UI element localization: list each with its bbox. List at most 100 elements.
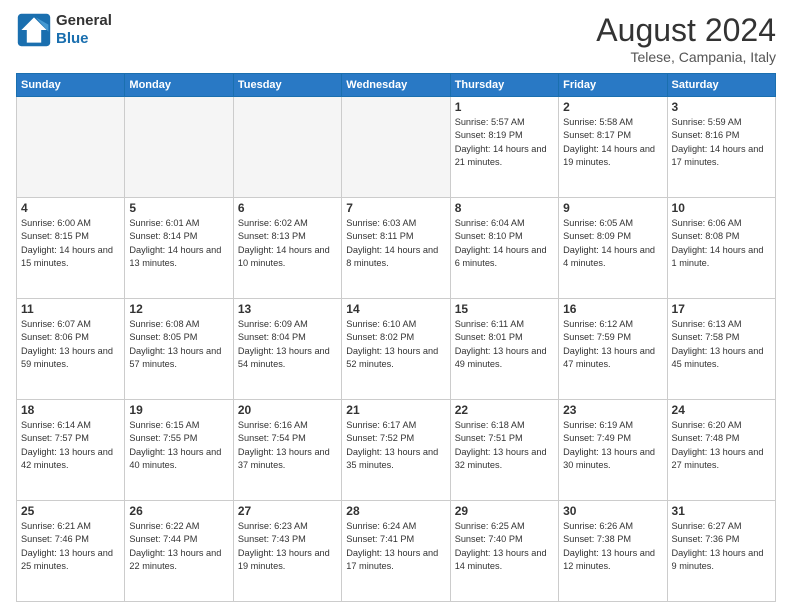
day-of-week-header: Thursday [450, 74, 558, 97]
calendar-week-row: 18 Sunrise: 6:14 AMSunset: 7:57 PMDayligh… [17, 400, 776, 501]
day-info: Sunrise: 6:25 AMSunset: 7:40 PMDaylight:… [455, 520, 554, 573]
day-number: 22 [455, 403, 554, 417]
day-info: Sunrise: 6:20 AMSunset: 7:48 PMDaylight:… [672, 419, 771, 472]
day-info: Sunrise: 6:11 AMSunset: 8:01 PMDaylight:… [455, 318, 554, 371]
day-info: Sunrise: 6:12 AMSunset: 7:59 PMDaylight:… [563, 318, 662, 371]
day-number: 11 [21, 302, 120, 316]
day-of-week-header: Monday [125, 74, 233, 97]
calendar-day-cell: 25 Sunrise: 6:21 AMSunset: 7:46 PMDayligh… [17, 501, 125, 602]
calendar-day-cell: 11Sunrise: 6:07 AMSunset: 8:06 PMDayligh… [17, 299, 125, 400]
calendar-day-cell: 16Sunrise: 6:12 AMSunset: 7:59 PMDayligh… [559, 299, 667, 400]
calendar-day-cell: 24 Sunrise: 6:20 AMSunset: 7:48 PMDayligh… [667, 400, 775, 501]
day-number: 18 [21, 403, 120, 417]
day-number: 25 [21, 504, 120, 518]
page: General Blue August 2024 Telese, Campani… [0, 0, 792, 612]
day-number: 14 [346, 302, 445, 316]
calendar-day-cell: 18 Sunrise: 6:14 AMSunset: 7:57 PMDayligh… [17, 400, 125, 501]
day-info: Sunrise: 6:14 AMSunset: 7:57 PMDaylight:… [21, 419, 120, 472]
calendar-day-cell: 27Sunrise: 6:23 AMSunset: 7:43 PMDayligh… [233, 501, 341, 602]
day-number: 29 [455, 504, 554, 518]
day-info: Sunrise: 6:03 AMSunset: 8:11 PMDaylight:… [346, 217, 445, 270]
calendar-body: 1Sunrise: 5:57 AMSunset: 8:19 PMDaylight… [17, 97, 776, 602]
calendar-day-cell: 2 Sunrise: 5:58 AMSunset: 8:17 PMDaylight… [559, 97, 667, 198]
day-number: 30 [563, 504, 662, 518]
day-number: 26 [129, 504, 228, 518]
calendar-table: SundayMondayTuesdayWednesdayThursdayFrid… [16, 73, 776, 602]
day-of-week-header: Friday [559, 74, 667, 97]
calendar-day-cell: 4Sunrise: 6:00 AMSunset: 8:15 PMDaylight… [17, 198, 125, 299]
day-info: Sunrise: 6:02 AMSunset: 8:13 PMDaylight:… [238, 217, 337, 270]
day-number: 9 [563, 201, 662, 215]
calendar-day-cell: 21Sunrise: 6:17 AMSunset: 7:52 PMDayligh… [342, 400, 450, 501]
day-number: 23 [563, 403, 662, 417]
calendar-day-cell: 14 Sunrise: 6:10 AMSunset: 8:02 PMDayligh… [342, 299, 450, 400]
day-info: Sunrise: 6:13 AMSunset: 7:58 PMDaylight:… [672, 318, 771, 371]
day-number: 8 [455, 201, 554, 215]
calendar-day-cell: 9 Sunrise: 6:05 AMSunset: 8:09 PMDaylight… [559, 198, 667, 299]
logo: General Blue [16, 12, 112, 48]
calendar-day-cell: 28 Sunrise: 6:24 AMSunset: 7:41 PMDayligh… [342, 501, 450, 602]
calendar-day-cell: 20 Sunrise: 6:16 AMSunset: 7:54 PMDayligh… [233, 400, 341, 501]
day-number: 12 [129, 302, 228, 316]
day-info: Sunrise: 6:05 AMSunset: 8:09 PMDaylight:… [563, 217, 662, 270]
day-number: 5 [129, 201, 228, 215]
day-number: 31 [672, 504, 771, 518]
month-title: August 2024 [596, 12, 776, 49]
calendar-day-cell: 17 Sunrise: 6:13 AMSunset: 7:58 PMDayligh… [667, 299, 775, 400]
calendar-day-cell [233, 97, 341, 198]
calendar-day-cell: 10Sunrise: 6:06 AMSunset: 8:08 PMDayligh… [667, 198, 775, 299]
day-number: 19 [129, 403, 228, 417]
day-of-week-header: Saturday [667, 74, 775, 97]
day-info: Sunrise: 6:04 AMSunset: 8:10 PMDaylight:… [455, 217, 554, 270]
calendar-week-row: 11Sunrise: 6:07 AMSunset: 8:06 PMDayligh… [17, 299, 776, 400]
day-number: 3 [672, 100, 771, 114]
title-block: August 2024 Telese, Campania, Italy [596, 12, 776, 65]
calendar-day-cell: 7 Sunrise: 6:03 AMSunset: 8:11 PMDaylight… [342, 198, 450, 299]
day-info: Sunrise: 6:18 AMSunset: 7:51 PMDaylight:… [455, 419, 554, 472]
calendar-day-cell: 13Sunrise: 6:09 AMSunset: 8:04 PMDayligh… [233, 299, 341, 400]
day-of-week-header: Sunday [17, 74, 125, 97]
calendar-header: SundayMondayTuesdayWednesdayThursdayFrid… [17, 74, 776, 97]
logo-text: General Blue [56, 12, 112, 48]
calendar-day-cell [17, 97, 125, 198]
day-info: Sunrise: 6:21 AMSunset: 7:46 PMDaylight:… [21, 520, 120, 573]
calendar-day-cell: 6 Sunrise: 6:02 AMSunset: 8:13 PMDaylight… [233, 198, 341, 299]
day-info: Sunrise: 6:01 AMSunset: 8:14 PMDaylight:… [129, 217, 228, 270]
calendar-day-cell: 31Sunrise: 6:27 AMSunset: 7:36 PMDayligh… [667, 501, 775, 602]
day-number: 28 [346, 504, 445, 518]
day-number: 20 [238, 403, 337, 417]
day-info: Sunrise: 5:58 AMSunset: 8:17 PMDaylight:… [563, 116, 662, 169]
day-info: Sunrise: 6:15 AMSunset: 7:55 PMDaylight:… [129, 419, 228, 472]
calendar-day-cell: 5 Sunrise: 6:01 AMSunset: 8:14 PMDaylight… [125, 198, 233, 299]
calendar-day-cell: 23 Sunrise: 6:19 AMSunset: 7:49 PMDayligh… [559, 400, 667, 501]
calendar-day-cell [125, 97, 233, 198]
day-info: Sunrise: 5:59 AMSunset: 8:16 PMDaylight:… [672, 116, 771, 169]
day-info: Sunrise: 6:22 AMSunset: 7:44 PMDaylight:… [129, 520, 228, 573]
day-info: Sunrise: 6:00 AMSunset: 8:15 PMDaylight:… [21, 217, 120, 270]
day-info: Sunrise: 6:24 AMSunset: 7:41 PMDaylight:… [346, 520, 445, 573]
day-number: 24 [672, 403, 771, 417]
day-info: Sunrise: 5:57 AMSunset: 8:19 PMDaylight:… [455, 116, 554, 169]
location: Telese, Campania, Italy [596, 49, 776, 65]
header: General Blue August 2024 Telese, Campani… [16, 12, 776, 65]
calendar-day-cell [342, 97, 450, 198]
day-number: 21 [346, 403, 445, 417]
calendar-day-cell: 3 Sunrise: 5:59 AMSunset: 8:16 PMDaylight… [667, 97, 775, 198]
calendar-day-cell: 12 Sunrise: 6:08 AMSunset: 8:05 PMDayligh… [125, 299, 233, 400]
day-of-week-header: Tuesday [233, 74, 341, 97]
day-info: Sunrise: 6:19 AMSunset: 7:49 PMDaylight:… [563, 419, 662, 472]
day-number: 15 [455, 302, 554, 316]
day-number: 2 [563, 100, 662, 114]
calendar-day-cell: 15 Sunrise: 6:11 AMSunset: 8:01 PMDayligh… [450, 299, 558, 400]
calendar-day-cell: 19 Sunrise: 6:15 AMSunset: 7:55 PMDayligh… [125, 400, 233, 501]
day-info: Sunrise: 6:16 AMSunset: 7:54 PMDaylight:… [238, 419, 337, 472]
calendar-week-row: 25 Sunrise: 6:21 AMSunset: 7:46 PMDayligh… [17, 501, 776, 602]
calendar-day-cell: 22 Sunrise: 6:18 AMSunset: 7:51 PMDayligh… [450, 400, 558, 501]
day-number: 6 [238, 201, 337, 215]
day-number: 27 [238, 504, 337, 518]
day-number: 7 [346, 201, 445, 215]
day-info: Sunrise: 6:08 AMSunset: 8:05 PMDaylight:… [129, 318, 228, 371]
day-number: 17 [672, 302, 771, 316]
day-info: Sunrise: 6:10 AMSunset: 8:02 PMDaylight:… [346, 318, 445, 371]
calendar-day-cell: 29 Sunrise: 6:25 AMSunset: 7:40 PMDayligh… [450, 501, 558, 602]
